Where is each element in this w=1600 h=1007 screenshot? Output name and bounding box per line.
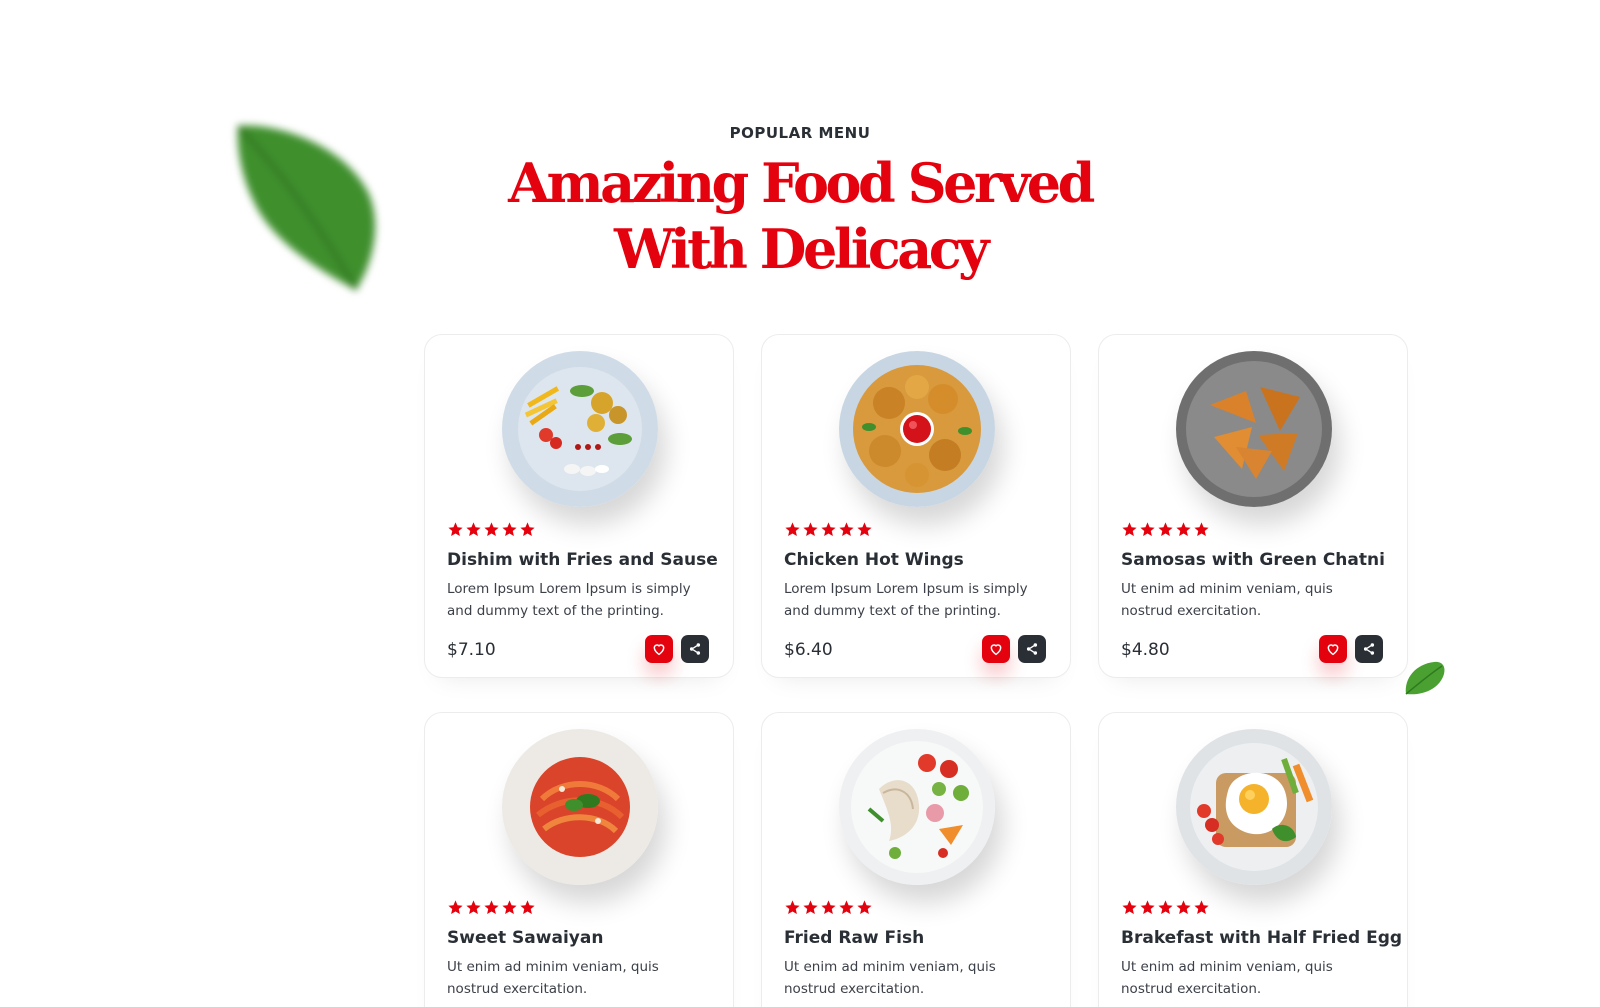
dish-description: Lorem Ipsum Lorem Ipsum is simply and du… [447,581,691,619]
rating-stars [784,899,873,917]
dish-image [1176,729,1332,885]
favorite-button[interactable] [645,635,673,663]
star-icon [466,900,481,915]
star-icon [484,522,499,537]
dish-price: $6.40 [784,640,833,660]
dish-image [502,351,658,507]
star-icon [1194,900,1209,915]
menu-card[interactable]: Dishim with Fries and Sause Lorem Ipsum … [424,334,734,678]
share-button[interactable] [1355,635,1383,663]
dish-description: Ut enim ad minim veniam, quis nostrud ex… [1121,959,1333,997]
dish-title[interactable]: Dishim with Fries and Sause [447,550,727,570]
dish-image [839,351,995,507]
star-icon [803,900,818,915]
share-button[interactable] [1018,635,1046,663]
star-icon [1122,900,1137,915]
star-icon [1158,900,1173,915]
heart-icon [990,644,1002,656]
star-icon [502,522,517,537]
dish-title[interactable]: Sweet Sawaiyan [447,928,727,948]
star-icon [520,522,535,537]
star-icon [448,522,463,537]
headline-line-2: With Delicacy [613,217,990,281]
star-icon [484,900,499,915]
dish-image [839,729,995,885]
heart-icon [1327,644,1339,656]
favorite-button[interactable] [982,635,1010,663]
star-icon [448,900,463,915]
menu-card[interactable]: Samosas with Green Chatni Ut enim ad min… [1098,334,1408,678]
star-icon [839,522,854,537]
dish-image [502,729,658,885]
rating-stars [1121,899,1210,917]
star-icon [1194,522,1209,537]
star-icon [1176,522,1191,537]
menu-card[interactable]: Sweet Sawaiyan Ut enim ad minim veniam, … [424,712,734,1007]
star-icon [466,522,481,537]
star-icon [1158,522,1173,537]
star-icon [1140,900,1155,915]
star-icon [785,900,800,915]
star-icon [821,900,836,915]
section-headline: Amazing Food Served With Delicacy [0,150,1600,282]
rating-stars [1121,521,1210,539]
dish-image [1176,351,1332,507]
menu-card[interactable]: Chicken Hot Wings Lorem Ipsum Lorem Ipsu… [761,334,1071,678]
star-icon [821,522,836,537]
dish-title[interactable]: Brakefast with Half Fried Egg [1121,928,1402,948]
star-icon [857,900,872,915]
star-icon [803,522,818,537]
dish-description: Ut enim ad minim veniam, quis nostrud ex… [784,959,996,997]
dish-description: Ut enim ad minim veniam, quis nostrud ex… [447,959,659,997]
dish-price: $4.80 [1121,640,1170,660]
headline-line-1: Amazing Food Served [508,151,1095,215]
dish-title[interactable]: Chicken Hot Wings [784,550,1064,570]
menu-card[interactable]: Brakefast with Half Fried Egg Ut enim ad… [1098,712,1408,1007]
star-icon [1122,522,1137,537]
star-icon [520,900,535,915]
rating-stars [447,521,536,539]
dish-description: Ut enim ad minim veniam, quis nostrud ex… [1121,581,1333,619]
star-icon [1176,900,1191,915]
favorite-button[interactable] [1319,635,1347,663]
share-icon [689,643,701,655]
dish-title[interactable]: Fried Raw Fish [784,928,1064,948]
share-button[interactable] [681,635,709,663]
section-eyebrow: POPULAR MENU [729,124,871,142]
share-icon [1363,643,1375,655]
dish-description: Lorem Ipsum Lorem Ipsum is simply and du… [784,581,1028,619]
heart-icon [653,644,665,656]
dish-title[interactable]: Samosas with Green Chatni [1121,550,1401,570]
star-icon [839,900,854,915]
menu-card[interactable]: Fried Raw Fish Ut enim ad minim veniam, … [761,712,1071,1007]
rating-stars [447,899,536,917]
star-icon [1140,522,1155,537]
dish-price: $7.10 [447,640,496,660]
star-icon [857,522,872,537]
star-icon [502,900,517,915]
rating-stars [784,521,873,539]
share-icon [1026,643,1038,655]
leaf-decoration-icon [1405,661,1445,695]
star-icon [785,522,800,537]
